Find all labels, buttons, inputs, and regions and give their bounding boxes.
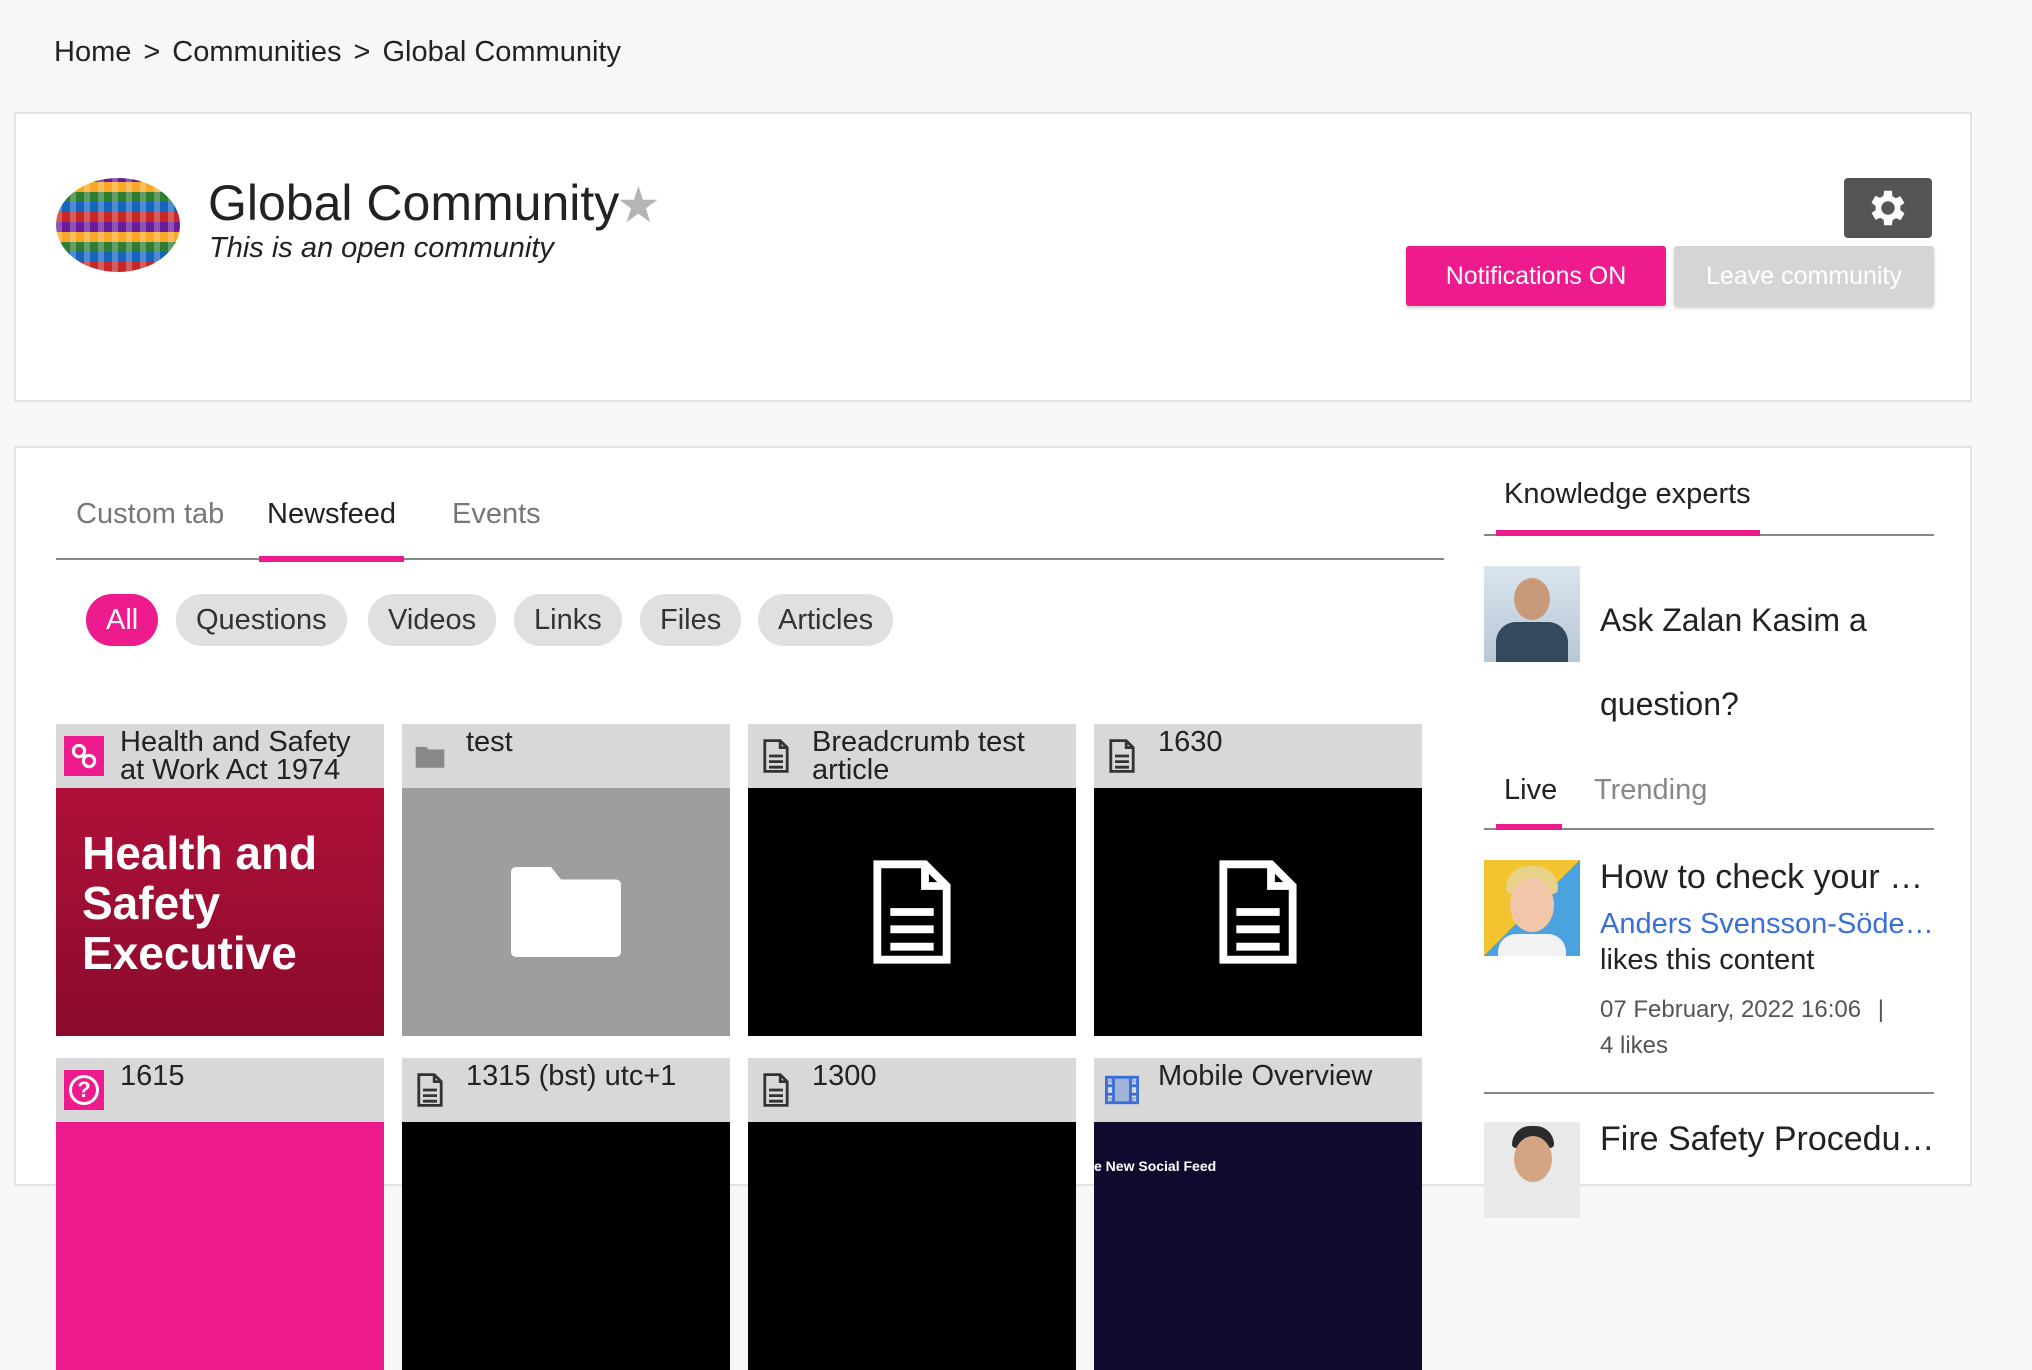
tile-title: Breadcrumb test article xyxy=(812,726,1025,786)
content-tile[interactable]: Health and Safety at Work Act 1974 Healt… xyxy=(56,724,384,1036)
tile-image-text: e New Social Feed xyxy=(1094,1158,1217,1174)
community-header: Global Community ★ This is an open commu… xyxy=(14,112,1972,402)
gear-icon xyxy=(1871,190,1905,226)
filter-files[interactable]: Files xyxy=(640,594,742,646)
filter-links[interactable]: Links xyxy=(514,594,622,646)
tile-title: 1615 xyxy=(120,1060,185,1092)
feed-item-date: 07 February, 2022 16:06 xyxy=(1600,996,1862,1023)
community-logo xyxy=(56,178,180,272)
document-icon xyxy=(756,736,796,776)
tab-custom[interactable]: Custom tab xyxy=(76,494,224,556)
content-tile[interactable]: Mobile Overview e New Social Feed xyxy=(1094,1058,1422,1370)
content-tile[interactable]: 1300 xyxy=(748,1058,1076,1370)
breadcrumb-current: Global Community xyxy=(382,36,621,68)
tile-title: Health and Safety at Work Act 1974 xyxy=(120,726,351,786)
document-icon xyxy=(873,860,951,964)
feed-item-title[interactable]: Fire Safety Procedur... xyxy=(1600,1120,1936,1159)
folder-icon xyxy=(511,867,621,957)
tab-newsfeed[interactable]: Newsfeed xyxy=(259,494,404,562)
filter-articles[interactable]: Articles xyxy=(758,594,894,646)
meta-separator: | xyxy=(1877,996,1884,1023)
community-subtitle: This is an open community xyxy=(209,232,554,264)
breadcrumb: Home > Communities > Global Community xyxy=(54,36,621,69)
content-tile[interactable]: test xyxy=(402,724,730,1036)
content-tile[interactable]: 1630 xyxy=(1094,724,1422,1036)
content-tile[interactable]: Breadcrumb test article xyxy=(748,724,1076,1036)
document-icon xyxy=(1102,736,1142,776)
feed-item-meta: 07 February, 2022 16:06 | 4 likes xyxy=(1600,992,1930,1064)
breadcrumb-communities[interactable]: Communities xyxy=(172,36,341,69)
tab-indicator xyxy=(1496,530,1760,536)
filter-all[interactable]: All xyxy=(86,594,159,646)
tile-title: Mobile Overview xyxy=(1158,1060,1373,1092)
content-tile[interactable]: ? 1615 xyxy=(56,1058,384,1370)
document-icon xyxy=(1219,860,1297,964)
tile-title: test xyxy=(466,726,513,758)
tab-live[interactable]: Live xyxy=(1504,774,1557,807)
breadcrumb-separator: > xyxy=(143,36,161,68)
leave-community-button[interactable]: Leave community xyxy=(1674,246,1934,306)
feed-item-action: likes this content xyxy=(1600,944,1815,976)
tab-events[interactable]: Events xyxy=(452,494,541,556)
folder-icon xyxy=(410,736,450,776)
feed-item-likes: 4 likes xyxy=(1600,1032,1669,1059)
favorite-star-icon[interactable]: ★ xyxy=(616,180,661,230)
user-avatar[interactable] xyxy=(1484,1122,1580,1218)
knowledge-experts-title: Knowledge experts xyxy=(1504,478,1751,510)
question-icon: ? xyxy=(64,1070,104,1110)
tile-image-text: Health and Safety Executive xyxy=(82,827,318,979)
breadcrumb-separator: > xyxy=(353,36,371,68)
filter-videos[interactable]: Videos xyxy=(368,594,497,646)
community-title: Global Community xyxy=(208,175,620,231)
notifications-button[interactable]: Notifications ON xyxy=(1406,246,1666,306)
filter-questions[interactable]: Questions xyxy=(176,594,347,646)
feed-item-title[interactable]: How to check your n... xyxy=(1600,858,1936,897)
tile-title: 1315 (bst) utc+1 xyxy=(466,1060,677,1092)
document-icon xyxy=(410,1070,450,1110)
link-icon xyxy=(64,736,104,776)
content-tabs: Custom tab Newsfeed Events xyxy=(56,494,1444,562)
divider xyxy=(1484,1092,1934,1094)
tab-indicator xyxy=(1496,824,1562,830)
tile-title: 1300 xyxy=(812,1060,877,1092)
ask-expert-link[interactable]: Ask Zalan Kasim a question? xyxy=(1600,578,1920,746)
content-tile[interactable]: 1315 (bst) utc+1 xyxy=(402,1058,730,1370)
document-icon xyxy=(756,1070,796,1110)
breadcrumb-home[interactable]: Home xyxy=(54,36,131,69)
settings-button[interactable] xyxy=(1844,178,1932,238)
tab-trending[interactable]: Trending xyxy=(1594,774,1707,807)
feed-item-user[interactable]: Anders Svensson-Söder... xyxy=(1600,908,1936,941)
expert-avatar[interactable] xyxy=(1484,566,1580,662)
user-avatar[interactable] xyxy=(1484,860,1580,956)
video-icon xyxy=(1102,1070,1142,1110)
community-content: Custom tab Newsfeed Events All Questions… xyxy=(14,446,1972,1370)
tile-title: 1630 xyxy=(1158,726,1223,758)
